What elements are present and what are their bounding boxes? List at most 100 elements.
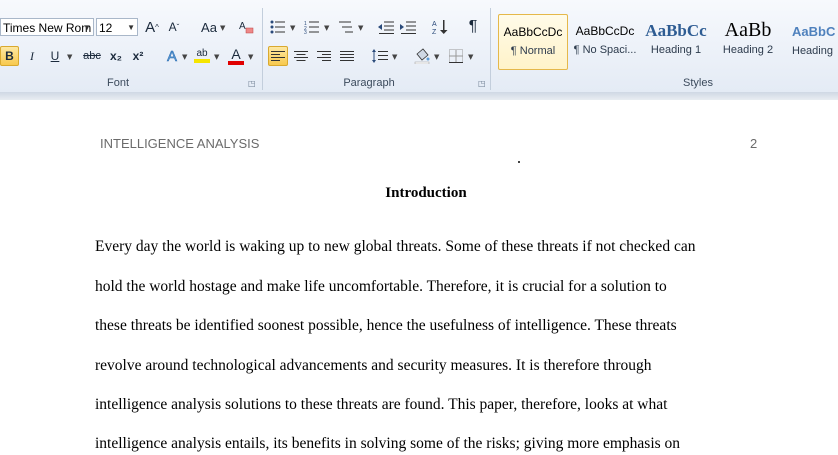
shrink-font-icon: A — [168, 20, 177, 34]
svg-text:Z: Z — [432, 29, 437, 35]
line-spacing-button[interactable] — [370, 46, 390, 66]
font-color-button[interactable]: A — [226, 46, 246, 66]
change-case-icon: Aa — [201, 19, 217, 35]
style-heading-1[interactable]: AaBbCc Heading 1 — [642, 14, 710, 70]
style-heading-3[interactable]: AaBbC Heading — [786, 14, 838, 70]
group-divider — [262, 8, 263, 90]
dialog-launcher-icon[interactable]: ◳ — [478, 80, 486, 88]
paragraph-line: Every day the world is waking up to new … — [95, 238, 696, 255]
document-heading: Introduction — [385, 185, 467, 201]
grow-font-icon: A — [145, 18, 156, 36]
font-color-icon: A — [231, 45, 241, 62]
strikethrough-icon: abc — [83, 50, 101, 62]
paragraph-group-label: Paragraph — [343, 77, 395, 89]
chevron-down-icon: ▼ — [182, 53, 188, 61]
chevron-down-icon: ▼ — [290, 24, 296, 32]
text-effects-button[interactable]: A — [162, 46, 182, 66]
sort-button[interactable]: AZ — [430, 17, 450, 37]
svg-text:A: A — [239, 21, 246, 32]
highlight-color-swatch — [194, 59, 210, 63]
paragraph-line: intelligence analysis solutions to these… — [95, 396, 668, 413]
style-sample: AaBbCcDc — [575, 24, 635, 38]
chevron-down-icon: ▼ — [127, 23, 135, 32]
superscript-button[interactable]: x² — [128, 46, 148, 66]
chevron-down-icon: ▼ — [248, 53, 254, 61]
chevron-down-icon: ▼ — [67, 53, 73, 61]
font-size-dropdown[interactable]: 12 ▼ — [96, 18, 138, 36]
superscript-icon: x² — [132, 49, 144, 63]
style-normal[interactable]: AaBbCcDc ¶ Normal — [498, 14, 568, 70]
font-group-label: Font — [106, 77, 129, 89]
style-name: Heading — [792, 45, 833, 57]
chevron-down-icon: ▼ — [468, 53, 474, 61]
highlighter-icon: ab — [196, 48, 208, 59]
increase-indent-button[interactable] — [398, 17, 418, 37]
shrink-font-button[interactable]: Aˇ — [164, 17, 184, 37]
bold-icon: B — [5, 49, 14, 63]
styles-group-label: Styles — [683, 77, 713, 89]
align-center-button[interactable] — [291, 46, 311, 66]
clear-formatting-icon: A — [239, 21, 254, 34]
change-case-button[interactable]: Aa — [196, 17, 222, 37]
multilevel-list-icon — [339, 21, 353, 33]
style-sample: AaBbC — [792, 24, 836, 39]
chevron-down-icon: ▼ — [83, 23, 91, 32]
justify-icon — [340, 51, 354, 61]
pilcrow-icon: ¶ — [468, 18, 478, 35]
chevron-down-icon: ▼ — [392, 53, 398, 61]
align-right-button[interactable] — [314, 46, 334, 66]
style-name: Heading 2 — [722, 44, 774, 56]
text-effects-icon: A — [166, 47, 178, 65]
decrease-indent-button[interactable] — [376, 17, 396, 37]
italic-button[interactable]: I — [22, 46, 42, 66]
clear-formatting-button[interactable]: A — [236, 17, 256, 37]
multilevel-list-button[interactable] — [336, 17, 356, 37]
strikethrough-button[interactable]: abc — [80, 46, 104, 66]
style-name: Heading 1 — [650, 44, 702, 56]
ruler-gap — [0, 92, 838, 100]
ribbon-home-tab: Times New Rom ▼ 12 ▼ A ^ Aˇ Aa ▼ A B I U … — [0, 0, 838, 93]
bullets-button[interactable] — [268, 17, 288, 37]
font-size-value: 12 — [99, 21, 113, 35]
numbering-button[interactable]: 123 — [302, 17, 322, 37]
align-left-icon — [271, 51, 285, 61]
borders-icon — [449, 49, 463, 63]
underline-button[interactable]: U — [45, 46, 65, 66]
style-sample: AaBbCc — [645, 21, 707, 40]
group-divider — [490, 8, 491, 90]
show-hide-formatting-button[interactable]: ¶ — [463, 17, 483, 37]
paint-bucket-icon — [414, 48, 430, 64]
borders-button[interactable] — [446, 46, 466, 66]
style-sample: AaBb — [724, 19, 772, 41]
style-name: ¶ No Spaci... — [573, 44, 637, 56]
subscript-icon: x₂ — [109, 49, 122, 63]
bold-button[interactable]: B — [0, 46, 19, 66]
subscript-button[interactable]: x₂ — [106, 46, 126, 66]
sort-icon: AZ — [432, 20, 448, 35]
align-left-button[interactable] — [268, 46, 288, 66]
style-sample: AaBbCcDc — [503, 25, 563, 39]
grow-font-button[interactable]: A ^ — [142, 17, 162, 37]
svg-text:A: A — [432, 21, 437, 28]
chevron-down-icon: ▼ — [434, 53, 440, 61]
chevron-down-icon: ▼ — [358, 24, 364, 32]
text-cursor-mark — [518, 161, 520, 163]
highlight-button[interactable]: ab — [192, 46, 212, 66]
paragraph-line: hold the world hostage and make life unc… — [95, 278, 667, 295]
chevron-down-icon: ▼ — [214, 53, 220, 61]
style-no-spacing[interactable]: AaBbCcDc ¶ No Spaci... — [571, 14, 639, 70]
justify-button[interactable] — [337, 46, 357, 66]
chevron-down-icon: ▼ — [324, 24, 330, 32]
font-name-dropdown[interactable]: Times New Rom ▼ — [0, 18, 94, 36]
align-right-icon — [317, 51, 331, 61]
paragraph-line: intelligence analysis entails, its benef… — [95, 435, 681, 452]
dialog-launcher-icon[interactable]: ◳ — [248, 80, 256, 88]
paragraph-line: revolve around technological advancement… — [95, 357, 652, 374]
numbering-icon: 123 — [304, 21, 319, 34]
shading-button[interactable] — [412, 46, 432, 66]
caret-up-icon: ^ — [155, 22, 159, 32]
italic-icon: I — [30, 48, 34, 63]
underline-icon: U — [50, 49, 60, 63]
caret-down-icon: ˇ — [176, 22, 180, 32]
style-heading-2[interactable]: AaBb Heading 2 — [713, 14, 783, 70]
